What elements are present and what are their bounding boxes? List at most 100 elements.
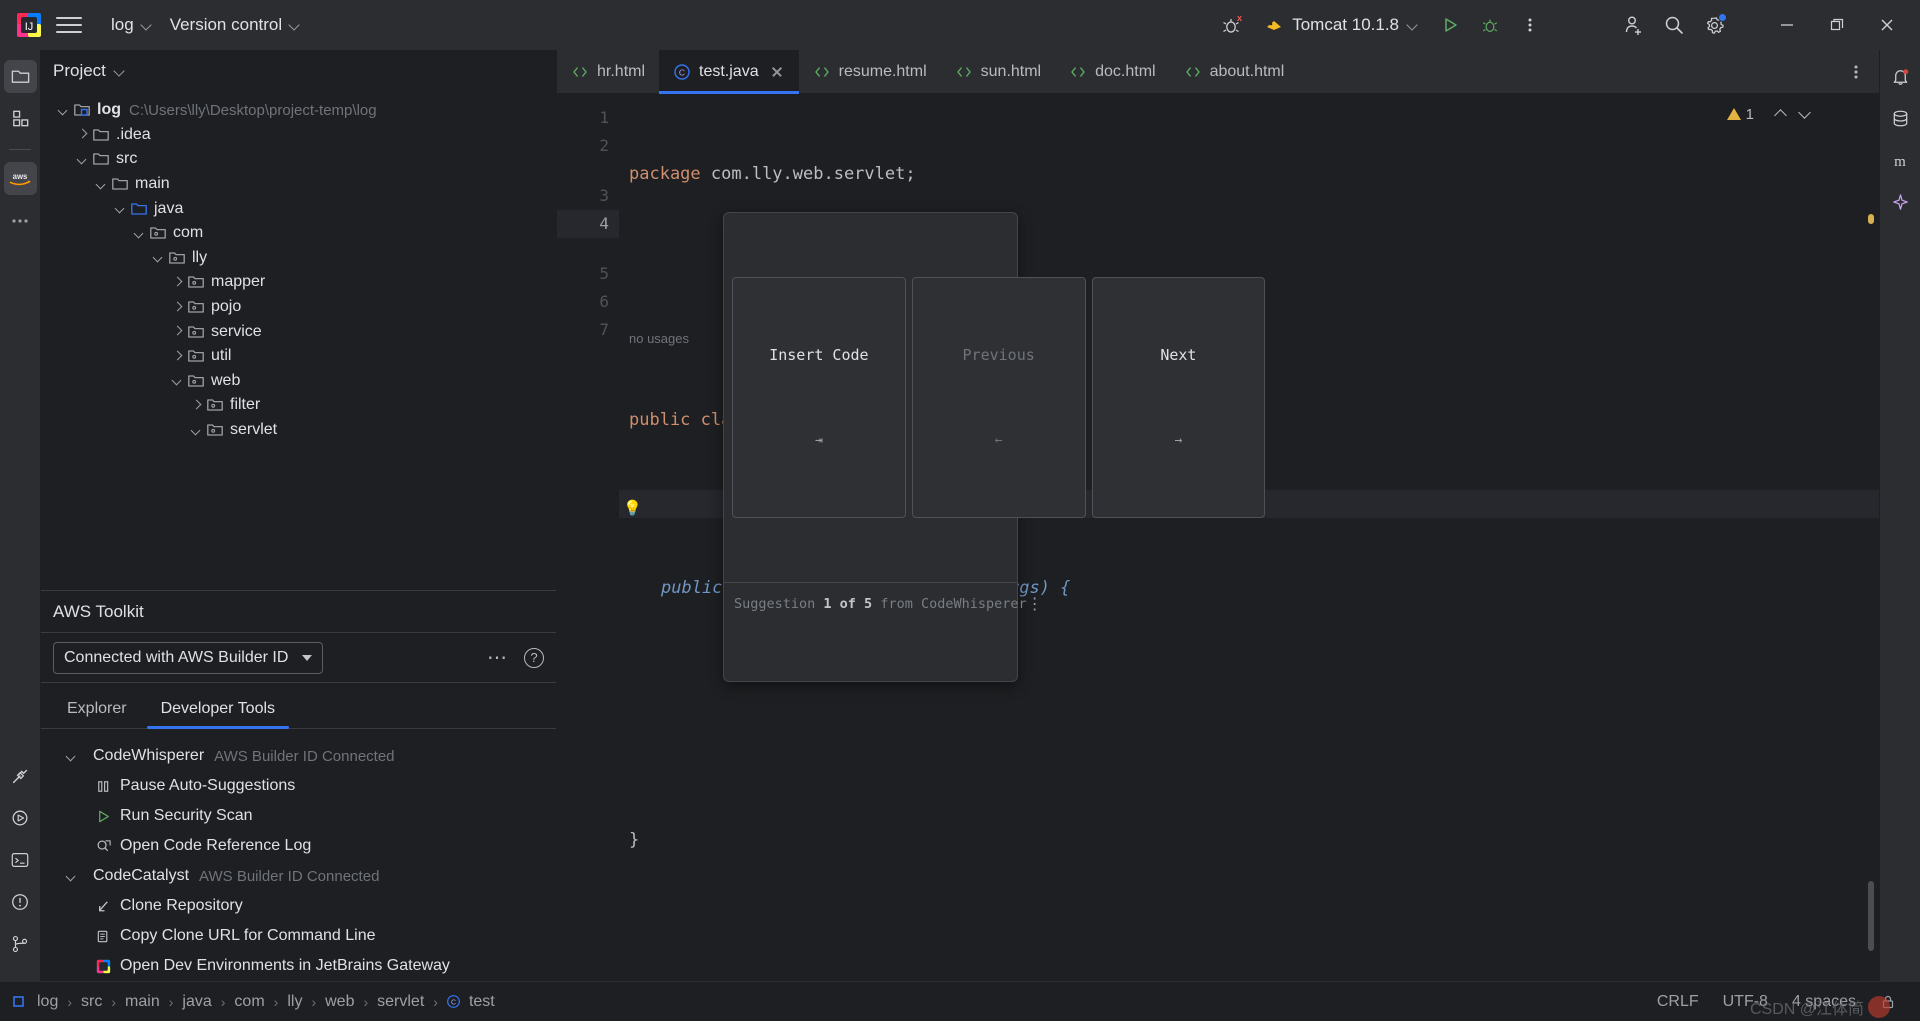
scrollbar-warning-mark[interactable] [1868,214,1874,224]
editor-tab-test-java[interactable]: Ctest.java [659,49,799,94]
breadcrumb-item[interactable]: main [120,991,165,1013]
settings-gear-icon[interactable] [1696,7,1732,43]
lightbulb-icon[interactable]: 💡 [623,494,642,522]
code-content[interactable]: package com.lly.web.servlet; no usages p… [619,94,1879,981]
help-question-icon[interactable]: ? [524,647,544,668]
search-icon[interactable] [1656,7,1692,43]
indent-widget[interactable]: 4 spaces [1780,990,1868,1014]
chevron-down-icon[interactable] [188,422,205,439]
more-vertical-icon[interactable]: ⋮ [1027,596,1043,612]
chevron-right-icon[interactable] [169,323,186,340]
chevron-down-icon[interactable] [131,225,148,242]
chevron-down-icon[interactable] [93,176,110,193]
aws-tab-explorer[interactable]: Explorer [53,700,141,728]
more-horizontal-icon[interactable]: ⋯ [477,648,518,668]
tree-item--idea[interactable]: .idea [41,123,556,148]
dev-tools-item-pause-auto-suggestions[interactable]: Pause Auto-Suggestions [41,771,556,801]
chevron-down-icon[interactable] [74,151,91,168]
encoding-widget[interactable]: UTF-8 [1711,990,1780,1014]
sidebar-item-version-control[interactable] [4,927,37,960]
close-icon[interactable] [1864,0,1910,50]
sidebar-item-notifications[interactable] [1884,60,1917,93]
chevron-down-icon[interactable] [114,66,125,77]
tree-item-web[interactable]: web [41,369,556,394]
developer-tools-list[interactable]: CodeWhisperer AWS Builder ID Connected Pau… [41,729,556,981]
sidebar-item-services[interactable] [4,801,37,834]
tree-item-log[interactable]: log C:\Users\lly\Desktop\project-temp\log [41,98,556,123]
maximize-restore-icon[interactable] [1814,0,1860,50]
breadcrumb-item[interactable]: src [76,991,107,1013]
tree-item-main[interactable]: main [41,172,556,197]
hamburger-menu-icon[interactable] [56,12,82,38]
dev-tools-item-run-security-scan[interactable]: Run Security Scan [41,801,556,831]
tree-item-util[interactable]: util [41,344,556,369]
bug-with-error-icon[interactable]: x [1214,7,1250,43]
breadcrumb-item[interactable]: lly [282,991,307,1013]
tree-item-pojo[interactable]: pojo [41,295,556,320]
insert-code-button[interactable]: Insert Code ⇥ [732,277,906,518]
breadcrumb-item[interactable]: log [32,991,63,1013]
editor-tab-doc-html[interactable]: doc.html [1055,50,1169,94]
dev-tools-group-codewhisperer[interactable]: CodeWhisperer AWS Builder ID Connected [41,741,556,771]
chevron-down-icon[interactable] [112,200,129,217]
chevron-up-icon[interactable] [1771,104,1791,124]
next-suggestion-button[interactable]: Next → [1091,277,1266,518]
dev-tools-item-open-code-reference-log[interactable]: Open Code Reference Log [41,831,556,861]
breadcrumb-item[interactable]: com [229,991,269,1013]
tree-item-java[interactable]: java [41,196,556,221]
debug-bug-icon[interactable] [1472,7,1508,43]
tree-item-com[interactable]: com [41,221,556,246]
tree-item-service[interactable]: service [41,319,556,344]
inspection-widget[interactable]: 1 [1726,104,1815,124]
more-vertical-icon[interactable] [1512,7,1548,43]
tree-item-mapper[interactable]: mapper [41,270,556,295]
dev-tools-item-clone-repository[interactable]: Clone Repository [41,891,556,921]
lock-icon[interactable] [1868,991,1908,1013]
sidebar-item-project[interactable] [3,60,37,93]
chevron-right-icon[interactable] [74,126,91,143]
tree-item-src[interactable]: src [41,147,556,172]
chevron-down-icon[interactable] [1795,104,1815,124]
project-tree[interactable]: log C:\Users\lly\Desktop\project-temp\log… [41,92,556,590]
sidebar-item-build[interactable] [4,759,37,792]
dev-tools-item-copy-clone-url-for-command-line[interactable]: Copy Clone URL for Command Line [41,921,556,951]
chevron-down-icon[interactable] [63,868,80,885]
project-selector[interactable]: log [102,10,161,40]
chevron-right-icon[interactable] [188,397,205,414]
breadcrumb-item[interactable]: test [464,991,500,1013]
previous-suggestion-button[interactable]: Previous ← [911,277,1086,518]
editor-tab-about-html[interactable]: about.html [1170,50,1299,94]
sidebar-item-problems[interactable] [4,885,37,918]
editor-scrollbar-thumb[interactable] [1868,881,1874,951]
more-vertical-icon[interactable] [1839,55,1873,89]
chevron-down-icon[interactable] [150,249,167,266]
editor-tab-sun-html[interactable]: sun.html [941,50,1055,94]
editor-tab-resume-html[interactable]: resume.html [799,50,941,94]
run-play-icon[interactable] [1432,7,1468,43]
chevron-down-icon[interactable] [55,102,72,119]
breadcrumb[interactable]: log › src › main › java › com › lly › web › servlet › Ct… [12,991,500,1013]
run-configuration-selector[interactable]: Tomcat 10.1.8 [1254,10,1428,40]
aws-connection-selector[interactable]: Connected with AWS Builder ID [53,641,324,674]
sidebar-item-more-tool-windows[interactable] [4,204,37,237]
sidebar-item-ai-assistant[interactable] [1884,186,1917,219]
close-icon[interactable] [769,64,785,80]
tree-item-lly[interactable]: lly [41,246,556,271]
chevron-right-icon[interactable] [169,274,186,291]
line-separator-widget[interactable]: CRLF [1645,990,1711,1014]
editor-tab-hr-html[interactable]: hr.html [557,50,659,94]
tree-item-filter[interactable]: filter [41,393,556,418]
chevron-down-icon[interactable] [169,372,186,389]
add-account-icon[interactable] [1616,7,1652,43]
aws-tab-developer-tools[interactable]: Developer Tools [146,700,290,729]
version-control-widget[interactable]: Version control [161,10,309,40]
sidebar-item-terminal[interactable] [4,843,37,876]
dev-tools-group-codecatalyst[interactable]: CodeCatalyst AWS Builder ID Connected [41,861,556,891]
breadcrumb-item[interactable]: servlet [372,991,429,1013]
sidebar-item-database[interactable] [1884,102,1917,135]
chevron-right-icon[interactable] [169,348,186,365]
breadcrumb-item[interactable]: web [320,991,359,1013]
sidebar-item-maven[interactable]: m [1884,144,1917,177]
code-editor[interactable]: 1 2 3 4 5 6 7 package com.lly.web.servlet; no … [557,94,1879,981]
breadcrumb-item[interactable]: java [177,991,216,1013]
